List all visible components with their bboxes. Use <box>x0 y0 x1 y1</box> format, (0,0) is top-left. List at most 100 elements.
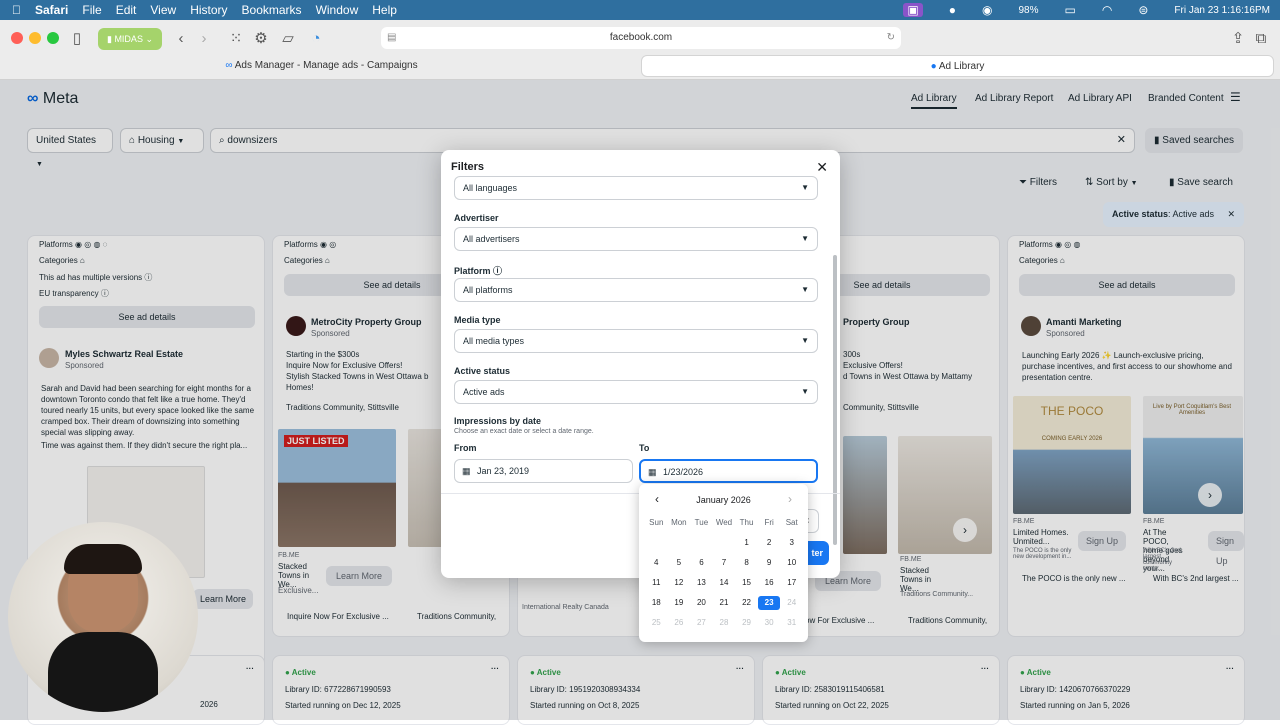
calendar-day-25: 25 <box>651 618 661 627</box>
calendar-day-22[interactable]: 22 <box>735 596 758 610</box>
active-status-select[interactable]: Active ads ▼ <box>454 380 818 404</box>
wifi-icon[interactable]: ◠ <box>1102 3 1112 17</box>
calendar-empty-cell <box>690 536 713 550</box>
calendar-day-4[interactable]: 4 <box>645 556 668 570</box>
menu-bookmarks[interactable]: Bookmarks <box>242 3 302 17</box>
safari-toolbar: ▯ ▮ MIDAS ⌄ ‹ › ⁙ ⚙ ▱ ◔ ▤ facebook.com ↻… <box>0 20 1280 80</box>
back-icon[interactable]: ‹ <box>170 28 192 50</box>
calendar-day-30: 30 <box>764 618 774 627</box>
profile-label: MIDAS <box>114 34 143 44</box>
calendar-day-23[interactable]: 23 <box>757 596 781 610</box>
info-icon[interactable]: ⓘ <box>493 266 502 276</box>
extension-circle-icon[interactable]: ◔ <box>305 28 327 50</box>
tab-ads-manager[interactable]: ∞ Ads Manager - Manage ads - Campaigns <box>6 55 637 77</box>
media-type-select[interactable]: All media types ▼ <box>454 329 818 353</box>
from-date-value: Jan 23, 2019 <box>477 466 530 476</box>
sidebar-icon[interactable]: ▯ <box>66 28 88 50</box>
tab-label: Ad Library <box>938 61 985 72</box>
calendar-day-31: 31 <box>787 618 797 627</box>
reload-icon[interactable]: ↻ <box>887 27 895 49</box>
zoom-window-button[interactable] <box>47 32 59 44</box>
tab-bar: ∞ Ads Manager - Manage ads - Campaigns ●… <box>6 55 1274 77</box>
calendar-icon: ▦ <box>648 467 657 477</box>
menu-history[interactable]: History <box>190 3 227 17</box>
from-date-input[interactable]: ▦ Jan 23, 2019 <box>454 459 633 483</box>
presenter-shirt <box>48 632 158 712</box>
calendar-day-6[interactable]: 6 <box>690 556 713 570</box>
page-menu-icon[interactable]: ▤ <box>387 27 396 49</box>
profile-button[interactable]: ▮ MIDAS ⌄ <box>98 28 162 50</box>
app-menu[interactable]: Safari <box>35 3 68 17</box>
day-of-week-label: Fri <box>764 518 774 527</box>
calendar-day-7[interactable]: 7 <box>713 556 736 570</box>
calendar-day-3[interactable]: 3 <box>780 536 803 550</box>
menu-view[interactable]: View <box>150 3 176 17</box>
status-c-icon[interactable]: ● <box>949 3 956 17</box>
facebook-tab-icon: ● <box>930 61 939 72</box>
modal-scrollbar[interactable] <box>833 255 837 545</box>
modal-title: Filters <box>451 161 485 173</box>
calendar-day-12[interactable]: 12 <box>668 576 691 590</box>
to-label: To <box>639 443 650 453</box>
calendar-day-17[interactable]: 17 <box>780 576 803 590</box>
status-person-icon[interactable]: ◉ <box>982 3 992 17</box>
calendar-grid: Sun Mon Tue Wed Thu Fri Sat 1 2 3 4 5 6 7 8 9 10 11 12 13 14… <box>645 516 803 630</box>
impressions-hint: Choose an exact date or select a date ra… <box>454 428 594 435</box>
menu-edit[interactable]: Edit <box>116 3 137 17</box>
calendar-day-16[interactable]: 16 <box>758 576 781 590</box>
language-value: All languages <box>463 183 518 193</box>
language-select[interactable]: All languages ▼ <box>454 176 818 200</box>
calendar-day-14[interactable]: 14 <box>713 576 736 590</box>
screen-share-icon[interactable]: ▣ <box>903 3 923 17</box>
calendar-day-13[interactable]: 13 <box>690 576 713 590</box>
menu-window[interactable]: Window <box>316 3 359 17</box>
day-of-week-label: Tue <box>694 518 709 527</box>
date-picker: ‹ January 2026 › Sun Mon Tue Wed Thu Fri Sat 1 2… <box>639 484 808 642</box>
next-month-icon[interactable]: › <box>788 492 792 506</box>
media-type-label: Media type <box>454 315 501 325</box>
calendar-empty-cell <box>668 536 691 550</box>
url-text: facebook.com <box>609 32 673 43</box>
control-center-icon[interactable]: ⊜ <box>1138 3 1148 17</box>
menu-file[interactable]: File <box>82 3 101 17</box>
advertiser-label: Advertiser <box>454 213 499 223</box>
clock[interactable]: Fri Jan 23 1:16:16PM <box>1174 5 1270 16</box>
from-label: From <box>454 443 477 453</box>
calendar-day-8[interactable]: 8 <box>735 556 758 570</box>
settings-icon[interactable]: ⚙ <box>250 28 272 50</box>
extension-icon[interactable]: ▱ <box>277 28 299 50</box>
calendar-day-9[interactable]: 9 <box>758 556 781 570</box>
menu-help[interactable]: Help <box>372 3 397 17</box>
to-date-input[interactable]: ▦ 1/23/2026 <box>639 459 818 483</box>
calendar-day-21[interactable]: 21 <box>713 596 736 610</box>
calendar-day-10[interactable]: 10 <box>780 556 803 570</box>
day-of-week-label: Mon <box>671 518 687 527</box>
forward-icon[interactable]: › <box>193 28 215 50</box>
calendar-day-20[interactable]: 20 <box>690 596 713 610</box>
calendar-empty-cell <box>713 536 736 550</box>
day-of-week-label: Sat <box>785 518 798 527</box>
calendar-day-1[interactable]: 1 <box>735 536 758 550</box>
advertiser-select[interactable]: All advertisers ▼ <box>454 227 818 251</box>
caret-down-icon: ▼ <box>801 183 809 192</box>
share-icon[interactable]: ⇪ <box>1227 28 1249 50</box>
calendar-day-19[interactable]: 19 <box>668 596 691 610</box>
calendar-day-24: 24 <box>787 598 797 607</box>
close-modal-icon[interactable]: ✕ <box>816 159 828 176</box>
battery-icon[interactable]: ▭ <box>1065 3 1076 17</box>
apple-icon[interactable]:  <box>12 3 21 17</box>
platform-select[interactable]: All platforms ▼ <box>454 278 818 302</box>
calendar-day-18[interactable]: 18 <box>645 596 668 610</box>
platform-label: Platform ⓘ <box>454 264 502 277</box>
minimize-window-button[interactable] <box>29 32 41 44</box>
calendar-day-15[interactable]: 15 <box>735 576 758 590</box>
grid-icon[interactable]: ⁙ <box>225 28 247 50</box>
tab-overview-icon[interactable]: ⧉ <box>1250 28 1272 50</box>
caret-down-icon: ▼ <box>801 285 809 294</box>
close-window-button[interactable] <box>11 32 23 44</box>
tab-ad-library[interactable]: ● Ad Library <box>641 55 1274 77</box>
address-bar[interactable]: ▤ facebook.com ↻ <box>381 27 901 49</box>
calendar-day-11[interactable]: 11 <box>645 576 668 590</box>
calendar-day-2[interactable]: 2 <box>758 536 781 550</box>
calendar-day-5[interactable]: 5 <box>668 556 691 570</box>
